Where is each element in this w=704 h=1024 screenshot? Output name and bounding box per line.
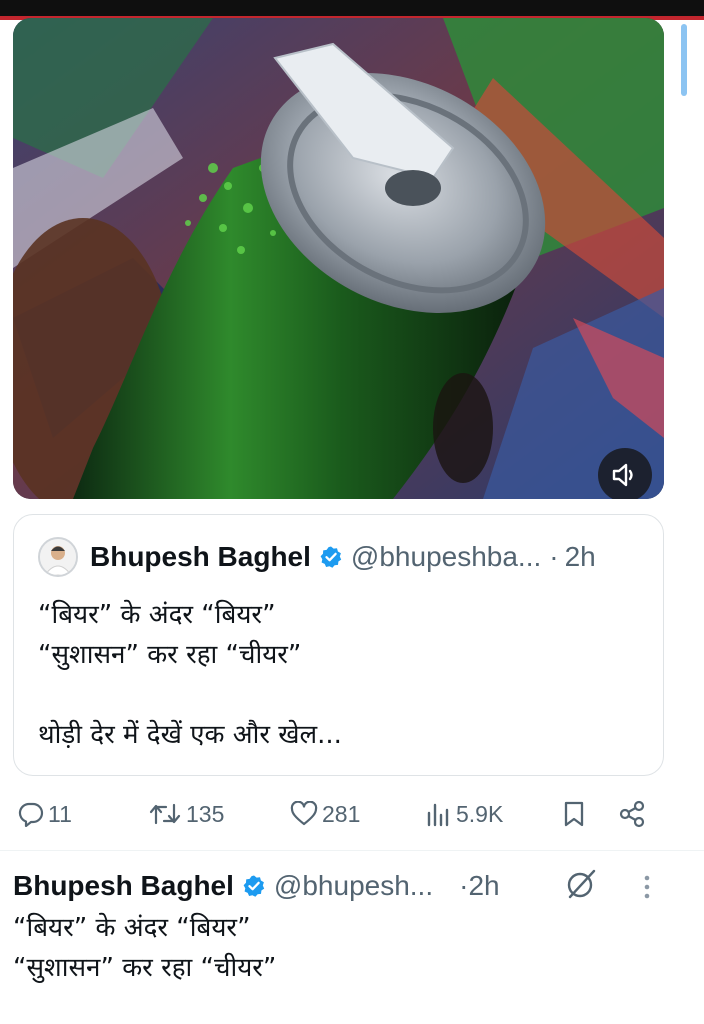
quoted-tweet-card[interactable]: Bhupesh Baghel @bhupeshba... · 2h “बियर”… [13,514,664,776]
separator-dot: · [549,541,559,572]
quoted-tweet-header: Bhupesh Baghel @bhupeshba... · 2h [38,537,596,577]
verified-badge-icon [242,874,266,898]
share-icon [619,800,645,828]
repost-button[interactable]: 135 [148,792,224,836]
video-player[interactable] [13,18,664,499]
avatar[interactable] [38,537,78,577]
scrollbar[interactable] [681,24,687,96]
text-line: “बियर” के अंदर “बियर” [13,913,251,943]
tweet-action-bar: 11 135 281 5.9K [0,792,704,836]
author-handle[interactable]: @bhupeshba... [351,541,541,573]
author-name[interactable]: Bhupesh Baghel [90,541,311,573]
like-count: 281 [322,800,361,827]
more-options-button[interactable] [635,872,659,907]
grok-button[interactable] [563,866,599,907]
repost-count: 135 [186,800,225,827]
bookmark-icon [564,801,584,827]
share-button[interactable] [618,792,652,836]
quoted-tweet-text: “बियर” के अंदर “बियर” “सुशासन” कर रहा “च… [38,595,342,755]
verified-badge-icon [319,545,343,569]
video-frame [13,18,664,499]
divider [0,850,704,851]
status-bar [0,0,704,16]
analytics-icon [427,803,449,827]
author-handle[interactable]: @bhupesh... [274,870,433,902]
text-line: “सुशासन” कर रहा “चीयर” [38,640,302,670]
more-vertical-icon [644,875,650,899]
timestamp[interactable]: ·2h [459,870,499,902]
avatar-image [40,539,76,575]
text-line: थोड़ी देर में देखें एक और खेल... [38,720,342,750]
like-button[interactable]: 281 [290,792,360,836]
text-line-blank [38,675,342,715]
reply-icon [18,802,44,827]
timestamp[interactable]: 2h [565,541,596,573]
speaker-icon [612,463,633,487]
author-name[interactable]: Bhupesh Baghel [13,870,234,902]
mute-button[interactable] [598,448,652,499]
text-line: “बियर” के अंदर “बियर” [38,600,276,630]
tweet-header: Bhupesh Baghel @bhupesh... ·2h [13,866,500,906]
views-button[interactable]: 5.9K [426,792,503,836]
bookmark-button[interactable] [562,792,590,836]
heart-icon [290,801,318,826]
repost-icon [149,803,181,825]
reply-button[interactable]: 11 [18,792,72,836]
text-line: “सुशासन” कर रहा “चीयर” [13,953,277,983]
views-count: 5.9K [456,800,504,827]
reply-count: 11 [48,800,72,827]
tweet-text: “बियर” के अंदर “बियर” “सुशासन” कर रहा “च… [13,908,276,988]
grok-icon [567,869,596,899]
